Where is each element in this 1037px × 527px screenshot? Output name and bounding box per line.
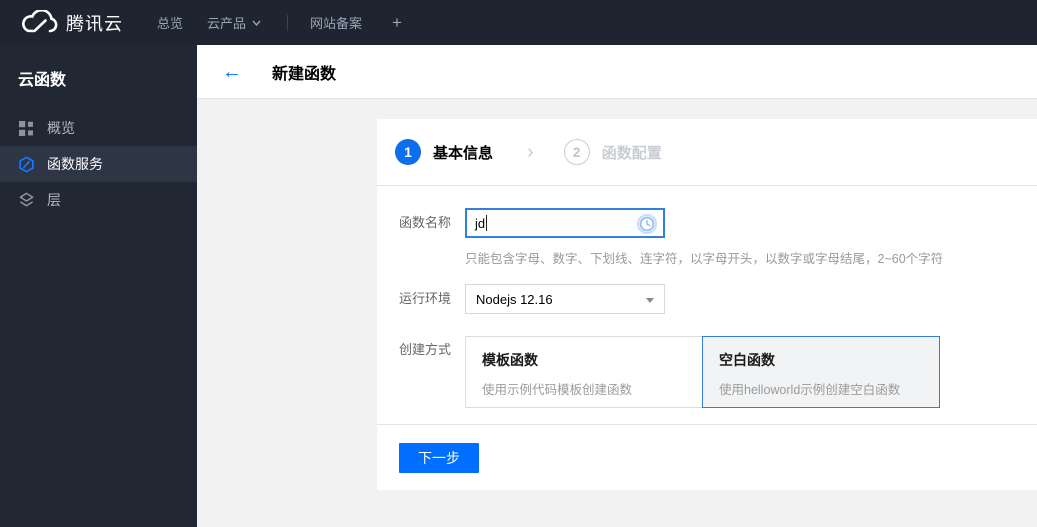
layers-icon: [18, 192, 35, 209]
method-card-template-function[interactable]: 模板函数 使用示例代码模板创建函数: [465, 336, 703, 408]
method-card-title: 空白函数: [719, 352, 775, 368]
brand[interactable]: 腾讯云: [20, 9, 123, 36]
sidebar-item-layers[interactable]: 层: [0, 182, 197, 218]
top-nav: 总览 云产品 网站备案 +: [157, 13, 402, 33]
nav-website-beian[interactable]: 网站备案: [310, 13, 362, 32]
method-card-blank-function[interactable]: 空白函数 使用helloworld示例创建空白函数: [702, 336, 940, 408]
nav-cloud-products[interactable]: 云产品: [207, 13, 261, 32]
runtime-label: 运行环境: [399, 291, 452, 306]
step-2-circle: 2: [563, 139, 590, 165]
creation-method-row: 创建方式 模板函数 使用示例代码模板创建函数 空白函数 使用helloworld…: [377, 336, 1037, 408]
creation-method-label: 创建方式: [399, 342, 452, 357]
method-card-desc: 使用helloworld示例创建空白函数: [719, 383, 901, 397]
tencent-cloud-logo-icon: [22, 9, 58, 32]
add-tab-button[interactable]: +: [392, 13, 402, 33]
chevron-down-icon: [252, 20, 261, 26]
method-card-desc: 使用示例代码模板创建函数: [482, 383, 633, 397]
topbar: 腾讯云 总览 云产品 网站备案 +: [0, 0, 1037, 45]
content-area: 1 基本信息 › 2 函数配置 函数名称 jd 只能包含字母、数字、下划线、连字…: [197, 100, 1037, 527]
topbar-divider: [287, 14, 289, 31]
step-1-label: 基本信息: [433, 144, 494, 162]
nav-overview[interactable]: 总览: [157, 13, 183, 32]
step-1-circle: 1: [395, 139, 421, 165]
page-title: 新建函数: [272, 65, 337, 83]
step-2-label: 函数配置: [601, 144, 662, 162]
runtime-row: 运行环境 Nodejs 12.16: [377, 284, 1037, 314]
function-name-value: jd: [475, 215, 486, 231]
brand-name: 腾讯云: [66, 13, 123, 34]
create-function-card: 1 基本信息 › 2 函数配置 函数名称 jd 只能包含字母、数字、下划线、连字…: [377, 119, 1037, 490]
sidebar-item-label: 层: [47, 192, 61, 208]
sidebar-title: 云函数: [18, 72, 67, 89]
function-name-label: 函数名称: [399, 215, 452, 230]
sidebar-item-label: 函数服务: [47, 156, 103, 172]
sidebar-item-function-service[interactable]: 函数服务: [0, 146, 197, 182]
step-indicator: 1 基本信息 › 2 函数配置: [377, 119, 1037, 186]
function-name-row: 函数名称 jd: [377, 208, 1037, 238]
select-caret-icon: [646, 298, 654, 303]
back-button[interactable]: ←: [222, 62, 242, 82]
text-cursor: [486, 215, 488, 231]
grid-icon: [18, 120, 35, 137]
function-service-icon: [18, 155, 35, 173]
method-card-title: 模板函数: [482, 352, 538, 368]
step-arrow-icon: ›: [527, 141, 534, 163]
sidebar: 云函数 概览 函数服务 层: [0, 45, 197, 527]
sidebar-item-overview[interactable]: 概览: [0, 110, 197, 146]
function-name-help: 只能包含字母、数字、下划线、连字符，以字母开头，以数字或字母结尾，2~60个字符: [465, 252, 944, 266]
page-header: ← 新建函数: [197, 45, 1037, 99]
form-body: 函数名称 jd 只能包含字母、数字、下划线、连字符，以字母开头，以数字或字母结尾…: [377, 186, 1037, 424]
runtime-select[interactable]: Nodejs 12.16: [465, 284, 665, 314]
function-name-input[interactable]: jd: [465, 208, 665, 238]
card-footer: 下一步: [377, 424, 1037, 490]
creation-method-options: 模板函数 使用示例代码模板创建函数 空白函数 使用helloworld示例创建空…: [465, 336, 940, 408]
clock-pending-icon: [637, 214, 657, 234]
runtime-value: Nodejs 12.16: [476, 291, 553, 307]
sidebar-item-label: 概览: [47, 120, 75, 136]
next-step-button[interactable]: 下一步: [399, 443, 479, 473]
